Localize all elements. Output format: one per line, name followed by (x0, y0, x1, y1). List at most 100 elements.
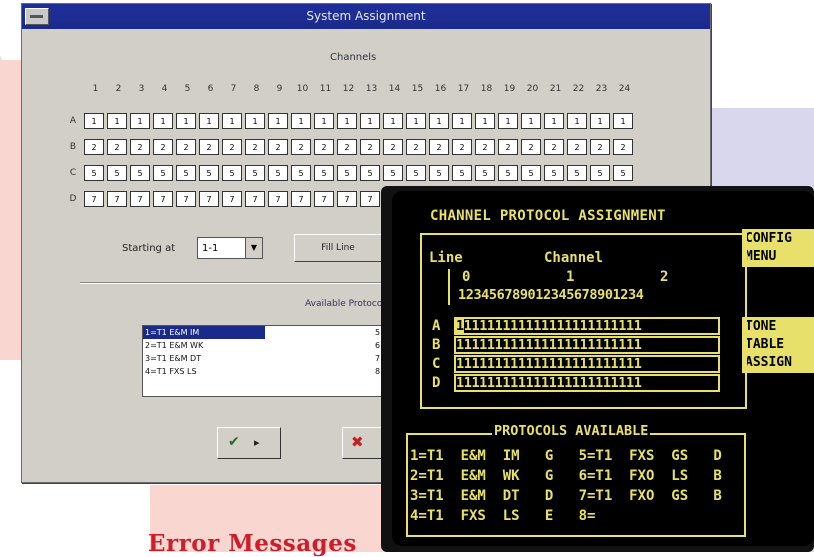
channel-cell[interactable]: 2 (360, 139, 380, 155)
channel-cell[interactable]: 1 (429, 113, 449, 129)
channel-cell[interactable]: 1 (130, 113, 150, 129)
channel-cell[interactable]: 7 (176, 191, 196, 207)
channel-cell[interactable]: 1 (360, 113, 380, 129)
channel-cell[interactable]: 2 (429, 139, 449, 155)
channel-cell[interactable]: 5 (475, 165, 495, 181)
channel-cell[interactable]: 1 (567, 113, 587, 129)
channel-cell[interactable]: 5 (406, 165, 426, 181)
dropdown-arrow-icon[interactable]: ▼ (245, 238, 262, 258)
channel-cell[interactable]: 7 (291, 191, 311, 207)
channel-cell[interactable]: 5 (567, 165, 587, 181)
ok-button[interactable]: ✔ ▸ (217, 427, 281, 459)
channel-cell[interactable]: 2 (567, 139, 587, 155)
channel-cell[interactable]: 5 (590, 165, 610, 181)
channel-cell[interactable]: 5 (314, 165, 334, 181)
channel-cell[interactable]: 1 (475, 113, 495, 129)
channel-cell[interactable]: 2 (176, 139, 196, 155)
channel-cell[interactable]: 7 (222, 191, 242, 207)
row-label: C (69, 168, 77, 178)
channel-cell[interactable]: 2 (475, 139, 495, 155)
channel-cell[interactable]: 1 (498, 113, 518, 129)
row-protocol-field[interactable]: 111111111111111111111111 (454, 336, 720, 354)
channel-cell[interactable]: 7 (268, 191, 288, 207)
channel-cell[interactable]: 2 (544, 139, 564, 155)
channel-cell[interactable]: 1 (245, 113, 265, 129)
channel-cell[interactable]: 7 (84, 191, 104, 207)
channel-cell[interactable]: 2 (590, 139, 610, 155)
channel-cell[interactable]: 2 (498, 139, 518, 155)
channel-cell[interactable]: 5 (130, 165, 150, 181)
channel-cell[interactable]: 2 (153, 139, 173, 155)
channel-cell[interactable]: 1 (544, 113, 564, 129)
channel-cell[interactable]: 1 (268, 113, 288, 129)
channel-cell[interactable]: 1 (291, 113, 311, 129)
channel-cell[interactable]: 2 (452, 139, 472, 155)
channel-cell[interactable]: 5 (107, 165, 127, 181)
channel-cell[interactable]: 7 (130, 191, 150, 207)
channel-cell[interactable]: 1 (452, 113, 472, 129)
channel-cell[interactable]: 2 (107, 139, 127, 155)
channel-cell[interactable]: 1 (383, 113, 403, 129)
row-label: B (69, 142, 77, 152)
channel-tens-digit: 2 (660, 269, 669, 285)
channel-cell[interactable]: 1 (153, 113, 173, 129)
channel-cell[interactable]: 1 (406, 113, 426, 129)
channel-cell[interactable]: 2 (406, 139, 426, 155)
channel-cell[interactable]: 5 (291, 165, 311, 181)
channel-cell[interactable]: 5 (383, 165, 403, 181)
row-protocol-field[interactable]: 111111111111111111111111 (454, 355, 720, 373)
channel-cell[interactable]: 5 (176, 165, 196, 181)
fill-line-button[interactable]: Fill Line (294, 234, 382, 262)
channel-cell[interactable]: 5 (268, 165, 288, 181)
channel-cell[interactable]: 1 (222, 113, 242, 129)
channel-cell[interactable]: 7 (153, 191, 173, 207)
channel-cell[interactable]: 2 (130, 139, 150, 155)
list-item[interactable]: 1=T1 E&M IM5=T1 (143, 326, 397, 339)
row-protocol-field[interactable]: 111111111111111111111111 (454, 317, 720, 335)
channel-cell[interactable]: 5 (521, 165, 541, 181)
channel-cell[interactable]: 1 (521, 113, 541, 129)
channel-cell[interactable]: 2 (222, 139, 242, 155)
channel-cell[interactable]: 7 (245, 191, 265, 207)
channel-cell[interactable]: 5 (360, 165, 380, 181)
channel-cell[interactable]: 5 (544, 165, 564, 181)
channel-cell[interactable]: 1 (84, 113, 104, 129)
channel-cell[interactable]: 5 (245, 165, 265, 181)
channel-cell[interactable]: 1 (314, 113, 334, 129)
channel-cell[interactable]: 5 (337, 165, 357, 181)
channel-cell[interactable]: 2 (291, 139, 311, 155)
tone-table-assign-button[interactable]: TONE TABLE ASSIGN (742, 317, 814, 373)
channel-cell[interactable]: 1 (613, 113, 633, 129)
channel-cell[interactable]: 1 (337, 113, 357, 129)
channel-cell[interactable]: 5 (429, 165, 449, 181)
channel-cell[interactable]: 5 (84, 165, 104, 181)
channel-cell[interactable]: 7 (199, 191, 219, 207)
channel-cell[interactable]: 7 (360, 191, 380, 207)
channel-cell[interactable]: 5 (199, 165, 219, 181)
channel-cell[interactable]: 2 (84, 139, 104, 155)
channel-cell[interactable]: 5 (153, 165, 173, 181)
channel-cell[interactable]: 5 (613, 165, 633, 181)
channel-cell[interactable]: 2 (613, 139, 633, 155)
channel-cell[interactable]: 2 (268, 139, 288, 155)
channel-cell[interactable]: 2 (245, 139, 265, 155)
channel-cell[interactable]: 2 (199, 139, 219, 155)
channel-cell[interactable]: 5 (222, 165, 242, 181)
channel-cell[interactable]: 7 (314, 191, 334, 207)
channel-cell[interactable]: 5 (452, 165, 472, 181)
channel-cell[interactable]: 2 (383, 139, 403, 155)
channel-cell[interactable]: 7 (337, 191, 357, 207)
channel-cell[interactable]: 1 (176, 113, 196, 129)
protocol-line: 4=T1 FXS LS E 8= (410, 508, 596, 524)
channel-cell[interactable]: 2 (337, 139, 357, 155)
channel-cell[interactable]: 7 (107, 191, 127, 207)
channel-cell[interactable]: 2 (314, 139, 334, 155)
row-protocol-field[interactable]: 111111111111111111111111 (454, 374, 720, 392)
channel-cell[interactable]: 1 (199, 113, 219, 129)
channel-cell[interactable]: 1 (590, 113, 610, 129)
config-menu-button[interactable]: CONFIG MENU (742, 229, 814, 267)
channel-cell[interactable]: 2 (521, 139, 541, 155)
channel-cell[interactable]: 5 (498, 165, 518, 181)
starting-at-select[interactable]: 1-1 ▼ (197, 237, 263, 259)
channel-cell[interactable]: 1 (107, 113, 127, 129)
